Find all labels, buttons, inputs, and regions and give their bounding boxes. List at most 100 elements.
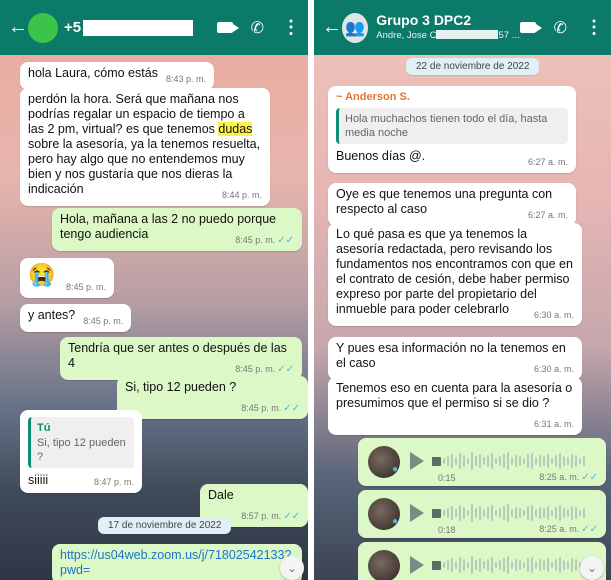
phone-icon[interactable]: ✆: [554, 18, 567, 38]
waveform-bar: [579, 458, 581, 464]
waveform-bar: [491, 505, 493, 521]
message-text: Y pues esa información no la tenemos en …: [336, 341, 566, 370]
group-avatar-icon[interactable]: 👥: [342, 12, 369, 43]
waveform-bar: [519, 560, 521, 570]
message-incoming[interactable]: Lo qué pasa es que ya tenemos la asesorí…: [328, 223, 582, 326]
message-incoming[interactable]: Oye es que tenemos una pregunta con resp…: [328, 183, 576, 226]
playhead-dot[interactable]: [432, 456, 441, 466]
message-time: 8:44 p. m.: [221, 190, 262, 200]
waveform-bar: [551, 458, 553, 464]
waveform-bar: [507, 504, 509, 522]
video-call-icon[interactable]: [216, 22, 239, 33]
waveform-bar: [499, 560, 501, 570]
message-incoming[interactable]: 😭 8:45 p. m.: [20, 258, 114, 298]
waveform-bar: [451, 558, 453, 572]
waveform-bar: [479, 454, 481, 468]
waveform-bar: [463, 507, 465, 519]
waveform-bar: [483, 561, 485, 569]
back-arrow-icon[interactable]: ←: [322, 16, 342, 39]
waveform-bar: [531, 453, 533, 469]
voice-message[interactable]: [358, 542, 606, 580]
quoted-message[interactable]: Hola muchachos tienen todo el día, hasta…: [336, 108, 568, 144]
waveform-bar: [551, 510, 553, 516]
message-outgoing[interactable]: Tendría que ser antes o después de las 4…: [60, 337, 302, 380]
quoted-message[interactable]: Tú Si, tipo 12 pueden ?: [28, 417, 134, 468]
message-incoming[interactable]: ~ Anderson S. Hola muchachos tienen todo…: [328, 86, 576, 173]
group-members: Andre, Jose C: [376, 29, 437, 41]
message-incoming[interactable]: Tenemos eso en cuenta para la asesoría o…: [328, 377, 582, 435]
waveform-bar: [447, 560, 449, 570]
waveform-bar: [539, 559, 541, 571]
waveform-bar: [459, 453, 461, 469]
message-incoming[interactable]: perdón la hora. Será que mañana nos podr…: [20, 88, 270, 206]
message-time: 8:45 p. m.: [241, 403, 282, 413]
waveform-bar: [511, 457, 513, 465]
waveform-bar: [487, 507, 489, 519]
playhead-dot[interactable]: [432, 508, 441, 518]
read-ticks-icon: ✓✓: [283, 403, 300, 414]
waveform-bar: [507, 556, 509, 574]
waveform-bar: [471, 504, 473, 522]
sender-name[interactable]: ~ Anderson S.: [336, 90, 568, 105]
waveform-bar: [523, 458, 525, 464]
waveform-bar: [535, 457, 537, 465]
waveform-bar: [463, 559, 465, 571]
back-arrow-icon[interactable]: ←: [8, 16, 28, 39]
waveform-bar: [515, 559, 517, 571]
play-icon[interactable]: [410, 452, 424, 470]
waveform-bar: [475, 456, 477, 466]
audio-waveform[interactable]: [432, 503, 594, 523]
audio-waveform[interactable]: [432, 451, 594, 471]
voice-message[interactable]: ● 0:18 8:25 a. m. ✓✓: [358, 490, 606, 538]
message-outgoing[interactable]: Si, tipo 12 pueden ? 8:45 p. m. ✓✓: [117, 376, 308, 419]
chat-header: ← 👥 Grupo 3 DPC2 Andre, Jose C 57 ... ✆ ⋮: [314, 0, 611, 55]
message-outgoing[interactable]: Hola, mañana a las 2 no puedo porque ten…: [52, 208, 302, 251]
audio-waveform[interactable]: [432, 555, 594, 575]
message-incoming[interactable]: y antes? 8:45 p. m.: [20, 304, 132, 332]
waveform-bar: [559, 505, 561, 521]
message-incoming[interactable]: hola Laura, cómo estás 8:43 p. m.: [20, 62, 214, 90]
waveform-bar: [511, 509, 513, 517]
waveform-bar: [559, 557, 561, 573]
message-text: Buenos días @.: [336, 149, 426, 163]
waveform-bar: [467, 510, 469, 516]
video-call-icon[interactable]: [519, 22, 542, 33]
waveform-bar: [483, 509, 485, 517]
play-icon[interactable]: [410, 504, 424, 522]
scroll-down-icon[interactable]: ⌄: [280, 556, 304, 580]
play-icon[interactable]: [410, 556, 424, 574]
phone-icon[interactable]: ✆: [251, 18, 264, 38]
message-time: 8:43 p. m.: [165, 74, 206, 84]
zoom-link[interactable]: https://us04web.zoom.us/j/71802542133?pw…: [60, 548, 291, 577]
waveform-bar: [575, 559, 577, 571]
message-text: perdón la hora. Será que mañana nos podr…: [28, 92, 245, 136]
waveform-bar: [455, 561, 457, 569]
waveform-bar: [519, 508, 521, 518]
waveform-bar: [583, 508, 585, 518]
waveform-bar: [579, 510, 581, 516]
playhead-dot[interactable]: [432, 560, 441, 570]
redacted-members: [436, 30, 499, 40]
waveform-bar: [479, 506, 481, 520]
message-text: Lo qué pasa es que ya tenemos la asesorí…: [336, 227, 573, 316]
chat-title-block[interactable]: Grupo 3 DPC2 Andre, Jose C 57 ...: [376, 11, 519, 43]
message-outgoing[interactable]: https://us04web.zoom.us/j/71802542133?pw…: [52, 544, 302, 580]
chat-header: ← +5 ✆ ⋮: [0, 0, 308, 55]
avatar[interactable]: [28, 12, 58, 43]
message-time: 8:45 p. m.: [235, 364, 276, 374]
message-incoming[interactable]: Y pues esa información no la tenemos en …: [328, 337, 582, 380]
waveform-bar: [499, 456, 501, 466]
read-ticks-icon: ✓✓: [581, 472, 598, 483]
waveform-bar: [471, 556, 473, 574]
waveform-bar: [495, 458, 497, 464]
scroll-down-icon[interactable]: ⌄: [580, 556, 604, 580]
waveform-bar: [543, 508, 545, 518]
menu-dots-icon[interactable]: ⋮: [282, 17, 300, 38]
menu-dots-icon[interactable]: ⋮: [585, 17, 603, 38]
waveform-bar: [471, 452, 473, 470]
voice-message[interactable]: ● 0:15 8:25 a. m. ✓✓: [358, 438, 606, 486]
message-incoming[interactable]: Tú Si, tipo 12 pueden ? siiiii 8:47 p. m…: [20, 410, 142, 493]
waveform-bar: [491, 453, 493, 469]
contact-name[interactable]: +5: [64, 19, 81, 36]
group-title: Grupo 3 DPC2: [376, 11, 472, 28]
